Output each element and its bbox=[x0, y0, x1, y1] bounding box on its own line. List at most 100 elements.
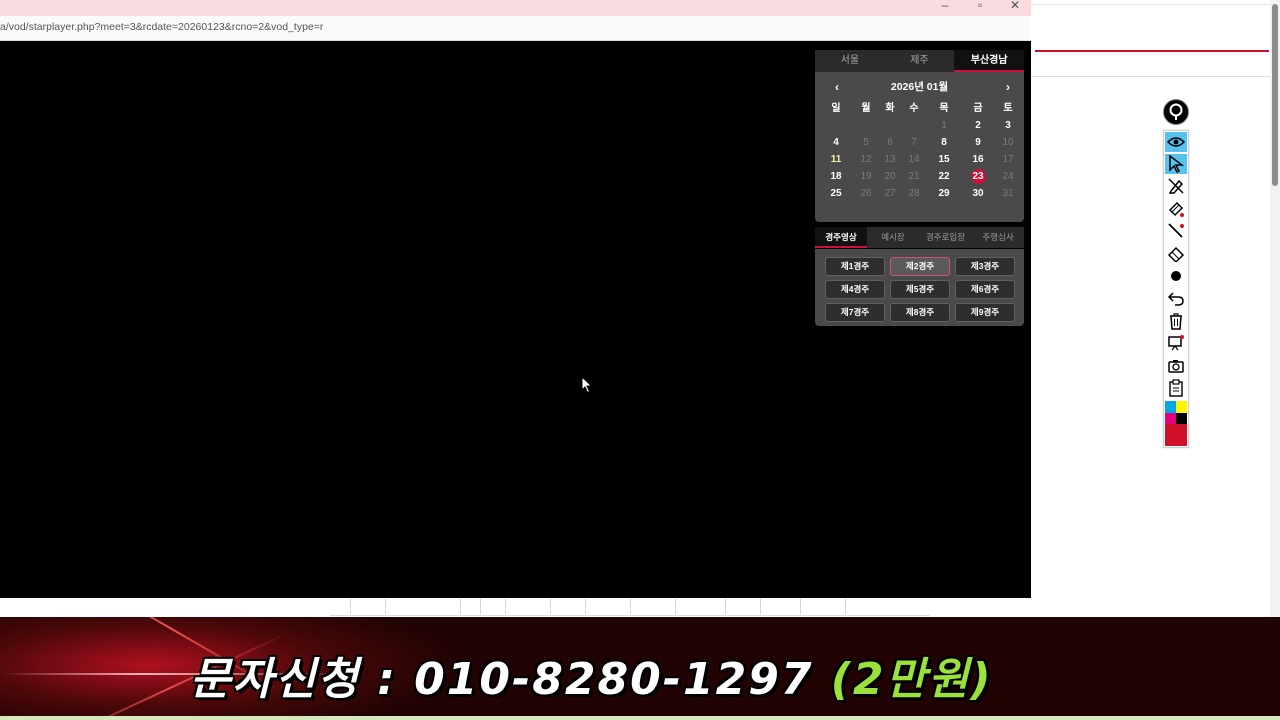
race-button[interactable]: 제2경주 bbox=[890, 257, 950, 276]
toolbar-logo-icon[interactable] bbox=[1163, 99, 1189, 125]
race-button[interactable]: 제5경주 bbox=[890, 280, 950, 299]
calendar-day-number: 22 bbox=[938, 171, 950, 182]
calendar-day: 12 bbox=[855, 151, 877, 168]
calendar-day-number: 31 bbox=[1002, 188, 1014, 199]
calendar-day-number: 24 bbox=[1002, 171, 1014, 182]
calendar-day-number: 2 bbox=[975, 120, 981, 131]
pointer-icon[interactable] bbox=[1165, 154, 1187, 174]
race-button[interactable]: 제1경주 bbox=[825, 257, 885, 276]
region-tab[interactable]: 부산경남 bbox=[954, 50, 1025, 72]
calendar-day: 28 bbox=[903, 185, 925, 202]
region-tab[interactable]: 서울 bbox=[815, 50, 885, 72]
calendar-day[interactable]: 4 bbox=[825, 134, 847, 151]
weekday-label: 수 bbox=[909, 103, 919, 114]
eraser-icon[interactable] bbox=[1165, 243, 1187, 263]
weekday-row: 일월화수목금토 bbox=[823, 100, 1023, 117]
promo-banner: 문자신청 : 010-8280-1297 (2만원) bbox=[0, 617, 1280, 720]
player-window: – ▫ ✕ a/vod/starplayer.php?meet=3&rcdate… bbox=[0, 0, 1031, 598]
calendar-header: ‹ 2026년 01월 › bbox=[815, 78, 1024, 96]
race-button[interactable]: 제6경주 bbox=[955, 280, 1015, 299]
calendar-day[interactable]: 9 bbox=[967, 134, 989, 151]
calendar-day-number: 15 bbox=[938, 154, 950, 165]
page-scrollbar-thumb[interactable] bbox=[1272, 4, 1278, 186]
background-divider bbox=[1031, 4, 1271, 5]
calendar-day: 17 bbox=[997, 151, 1019, 168]
promo-text: 문자신청 : 010-8280-1297 (2만원) bbox=[190, 643, 993, 707]
calendar-week-row: 11 12 13 14 15 16 17 bbox=[823, 151, 1023, 168]
eye-icon[interactable] bbox=[1165, 132, 1187, 152]
calendar-day[interactable]: 3 bbox=[997, 117, 1019, 134]
calendar-day-number: 27 bbox=[884, 188, 896, 199]
calendar-day-number: 4 bbox=[833, 137, 839, 148]
highlighter-icon[interactable] bbox=[1165, 199, 1187, 219]
calendar-day-number: 26 bbox=[860, 188, 872, 199]
calendar-week-row: 1 2 3 bbox=[823, 117, 1023, 134]
address-bar[interactable]: a/vod/starplayer.php?meet=3&rcdate=20260… bbox=[0, 16, 1031, 41]
close-button[interactable]: ✕ bbox=[1000, 0, 1030, 13]
minimize-button[interactable]: – bbox=[930, 0, 960, 13]
mouse-cursor-icon bbox=[581, 376, 593, 394]
weekday-label: 화 bbox=[885, 103, 895, 114]
calendar-day-number: 30 bbox=[972, 188, 984, 199]
video-type-tab[interactable]: 경주영상 bbox=[815, 227, 867, 248]
dot-icon[interactable] bbox=[1165, 266, 1187, 286]
calendar-day[interactable]: 29 bbox=[933, 185, 955, 202]
race-button[interactable]: 제3경주 bbox=[955, 257, 1015, 276]
calendar-day[interactable]: 22 bbox=[933, 168, 955, 185]
background-page bbox=[1031, 0, 1280, 620]
calendar-day: 6 bbox=[879, 134, 901, 151]
calendar-day-number: 16 bbox=[972, 154, 984, 165]
pen-off-icon[interactable] bbox=[1165, 176, 1187, 196]
calendar-day-number: 14 bbox=[908, 154, 920, 165]
next-month-button[interactable]: › bbox=[1000, 78, 1016, 96]
calendar-week-row: 18 19 20 21 22 23 24 bbox=[823, 168, 1023, 185]
calendar-day-number: 7 bbox=[911, 137, 917, 148]
undo-icon[interactable] bbox=[1165, 288, 1187, 308]
camera-icon[interactable] bbox=[1165, 356, 1187, 376]
line-icon[interactable] bbox=[1165, 221, 1187, 241]
calendar-day: 24 bbox=[997, 168, 1019, 185]
calendar-day-selected[interactable]: 23 bbox=[967, 168, 989, 185]
annotation-toolbar bbox=[1163, 130, 1189, 448]
calendar-day-number: 21 bbox=[908, 171, 920, 182]
calendar-day: 7 bbox=[903, 134, 925, 151]
calendar-day[interactable]: 11 bbox=[825, 151, 847, 168]
calendar-day[interactable]: 16 bbox=[967, 151, 989, 168]
race-button[interactable]: 제9경주 bbox=[955, 303, 1015, 322]
video-type-tab[interactable]: 경주로입장 bbox=[919, 227, 972, 248]
calendar-day[interactable]: 8 bbox=[933, 134, 955, 151]
race-button[interactable]: 제7경주 bbox=[825, 303, 885, 322]
clipboard-icon[interactable] bbox=[1165, 378, 1187, 398]
region-tab[interactable]: 제주 bbox=[884, 50, 955, 72]
screen-icon[interactable] bbox=[1165, 333, 1187, 353]
calendar-day[interactable]: 2 bbox=[967, 117, 989, 134]
calendar-title: 2026년 01월 bbox=[890, 81, 949, 93]
video-type-tab[interactable]: 예시장 bbox=[867, 227, 919, 248]
address-url[interactable]: a/vod/starplayer.php?meet=3&rcdate=20260… bbox=[0, 21, 323, 33]
color-palette-icon[interactable] bbox=[1165, 401, 1187, 447]
calendar-day: 1 bbox=[933, 117, 955, 134]
calendar-week-row: 4 5 6 7 8 9 10 bbox=[823, 134, 1023, 151]
trash-icon[interactable] bbox=[1165, 311, 1187, 331]
calendar-day-number: 10 bbox=[1002, 137, 1014, 148]
race-button[interactable]: 제8경주 bbox=[890, 303, 950, 322]
calendar-day-number: 9 bbox=[975, 137, 981, 148]
calendar-day-number: 29 bbox=[938, 188, 950, 199]
calendar-day[interactable]: 25 bbox=[825, 185, 847, 202]
calendar-day-number: 11 bbox=[830, 154, 842, 165]
calendar-day: 10 bbox=[997, 134, 1019, 151]
race-button-panel: 제1경주 제2경주 제3경주제4경주 제5경주 제6경주제7경주 제8경주 제9경주 bbox=[815, 249, 1024, 326]
video-type-tab[interactable]: 주행심사 bbox=[972, 227, 1024, 248]
weekday-label: 일 bbox=[831, 103, 841, 114]
calendar-day-number: 8 bbox=[941, 137, 947, 148]
maximize-button[interactable]: ▫ bbox=[965, 0, 995, 13]
calendar-day[interactable]: 30 bbox=[967, 185, 989, 202]
calendar-day[interactable]: 15 bbox=[933, 151, 955, 168]
weekday-label: 금 bbox=[973, 103, 983, 114]
race-button[interactable]: 제4경주 bbox=[825, 280, 885, 299]
calendar-day[interactable]: 18 bbox=[825, 168, 847, 185]
weekday-label: 목 bbox=[939, 103, 949, 114]
weekday-label: 월 bbox=[861, 103, 871, 114]
race-calendar: ‹ 2026년 01월 › 일 월 화 수 목 금 토 1 2 3 4 5 6 7 8 9 10 11 12 13 14… bbox=[815, 72, 1024, 222]
weekday-label: 토 bbox=[1003, 103, 1013, 114]
